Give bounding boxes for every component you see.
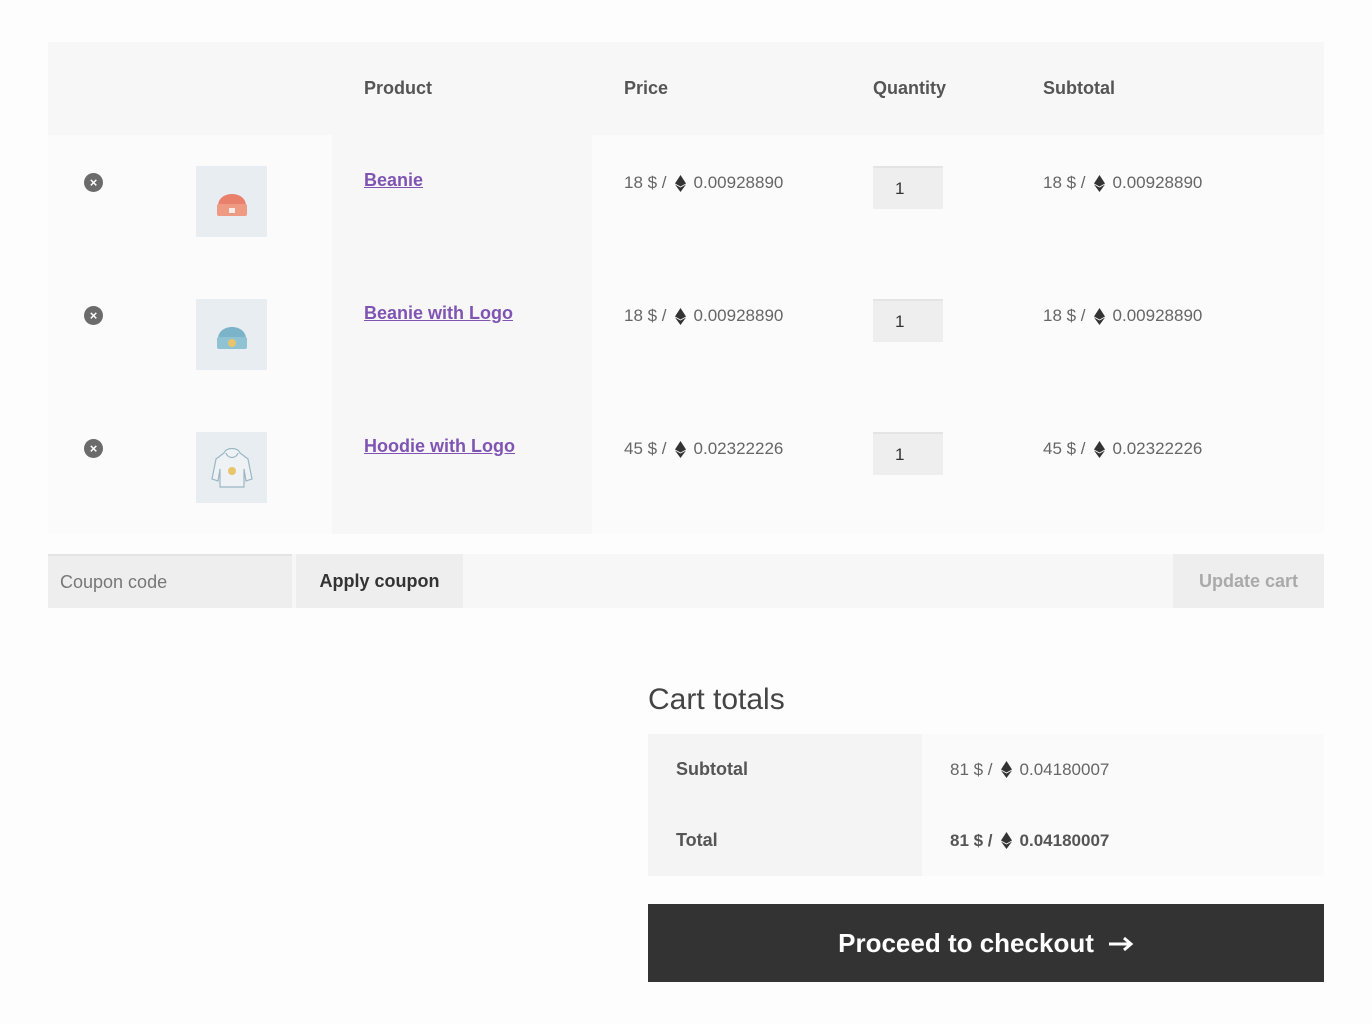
header-product: Product [364, 78, 433, 98]
price-eth: 0.00928890 [693, 173, 784, 192]
ethereum-icon [1000, 832, 1012, 849]
cart-table-container: Product Price Quantity Subtotal × Beanie… [48, 42, 1324, 534]
cart-totals-title: Cart totals [648, 683, 785, 716]
subtotal-cell: 18 $ / 0.00928890 [1043, 135, 1324, 268]
thumbnail-cell [178, 401, 332, 534]
product-thumbnail[interactable] [196, 299, 267, 370]
subtotal-eth: 0.00928890 [1112, 306, 1203, 325]
cart-actions-bar: Apply coupon Update cart [48, 554, 1324, 608]
totals-total-amount: 81 $ / 0.04180007 [950, 831, 1323, 851]
subtotal-eth: 0.00928890 [1112, 173, 1203, 192]
header-thumbnail [178, 42, 332, 135]
header-quantity: Quantity [873, 78, 947, 98]
product-link[interactable]: Beanie with Logo [364, 303, 513, 324]
ethereum-icon [1093, 174, 1105, 192]
coupon-code-input[interactable] [48, 554, 292, 608]
close-circle-icon[interactable]: × [84, 439, 103, 458]
cart-table: Product Price Quantity Subtotal × Beanie… [48, 42, 1324, 534]
remove-cell: × [48, 135, 178, 268]
totals-subtotal-row: Subtotal 81 $ / 0.04180007 [648, 734, 1324, 805]
close-circle-icon[interactable]: × [84, 173, 103, 192]
subtotal-fiat: 18 $ / [1043, 173, 1086, 192]
totals-subtotal-fiat: 81 $ / [950, 759, 993, 779]
quantity-input[interactable] [873, 166, 943, 209]
beanie-icon [216, 193, 247, 216]
subtotal-cell: 18 $ / 0.00928890 [1043, 268, 1324, 401]
proceed-to-checkout-button[interactable]: Proceed to checkout [648, 904, 1324, 982]
product-name-cell: Beanie with Logo [332, 268, 592, 401]
close-circle-icon[interactable]: × [84, 306, 103, 325]
header-subtotal: Subtotal [1043, 78, 1115, 98]
update-cart-button[interactable]: Update cart [1173, 554, 1324, 608]
subtotal-amount: 18 $ / 0.00928890 [1043, 306, 1324, 326]
product-link[interactable]: Beanie [364, 170, 423, 191]
header-price: Price [624, 78, 669, 98]
beanie-logo-icon [216, 326, 247, 349]
thumbnail-cell [178, 268, 332, 401]
price-cell: 18 $ / 0.00928890 [592, 268, 873, 401]
cart-item-row: × Beanie 18 $ / 0.00928890 1 18 $ / 0.00… [48, 135, 1324, 268]
totals-total-row: Total 81 $ / 0.04180007 [648, 805, 1324, 876]
arrow-right-icon [1108, 928, 1134, 959]
subtotal-eth: 0.02322226 [1112, 439, 1203, 458]
cart-item-row: × Beanie with Logo 18 $ / 0.00928890 1 1… [48, 268, 1324, 401]
totals-total-fiat: 81 $ / [950, 830, 993, 850]
ethereum-icon [1000, 761, 1012, 778]
quantity-cell [873, 268, 1043, 401]
cart-item-row: × Hoodie with Logo 45 $ / 0.02322226 1 4… [48, 401, 1324, 534]
cart-totals: Cart totals Subtotal 81 $ / 0.04180007 T… [648, 680, 1324, 876]
ethereum-icon [674, 174, 686, 192]
ethereum-icon [1093, 307, 1105, 325]
price-amount: 18 $ / 0.00928890 [624, 173, 873, 193]
product-link[interactable]: Hoodie with Logo [364, 436, 515, 457]
quantity-cell [873, 135, 1043, 268]
remove-cell: × [48, 268, 178, 401]
ethereum-icon [674, 307, 686, 325]
price-cell: 18 $ / 0.00928890 [592, 135, 873, 268]
subtotal-amount: 18 $ / 0.00928890 [1043, 173, 1324, 193]
totals-subtotal-value: 81 $ / 0.04180007 [922, 734, 1324, 805]
price-eth: 0.00928890 [693, 306, 784, 325]
totals-total-eth: 0.04180007 [1019, 830, 1110, 850]
thumbnail-cell [178, 135, 332, 268]
quantity-input[interactable] [873, 432, 943, 475]
subtotal-cell: 45 $ / 0.02322226 [1043, 401, 1324, 534]
quantity-cell [873, 401, 1043, 534]
totals-total-value: 81 $ / 0.04180007 [922, 805, 1324, 876]
subtotal-fiat: 18 $ / [1043, 306, 1086, 325]
totals-subtotal-eth: 0.04180007 [1019, 759, 1110, 779]
price-amount: 45 $ / 0.02322226 [624, 439, 873, 459]
product-name-cell: Beanie [332, 135, 592, 268]
product-name-cell: Hoodie with Logo [332, 401, 592, 534]
ethereum-icon [674, 440, 686, 458]
product-thumbnail[interactable] [196, 166, 267, 237]
price-fiat: 45 $ / [624, 439, 667, 458]
price-eth: 0.02322226 [693, 439, 784, 458]
ethereum-icon [1093, 440, 1105, 458]
quantity-input[interactable] [873, 299, 943, 342]
price-fiat: 18 $ / [624, 306, 667, 325]
remove-cell: × [48, 401, 178, 534]
checkout-label: Proceed to checkout [838, 927, 1094, 958]
price-cell: 45 $ / 0.02322226 [592, 401, 873, 534]
header-remove [48, 42, 178, 135]
subtotal-fiat: 45 $ / [1043, 439, 1086, 458]
hoodie-icon [210, 447, 253, 488]
totals-total-label: Total [648, 805, 922, 876]
cart-totals-table: Subtotal 81 $ / 0.04180007 Total 81 $ / … [648, 734, 1324, 876]
totals-subtotal-label: Subtotal [648, 734, 922, 805]
price-amount: 18 $ / 0.00928890 [624, 306, 873, 326]
apply-coupon-button[interactable]: Apply coupon [296, 554, 463, 608]
subtotal-amount: 45 $ / 0.02322226 [1043, 439, 1324, 459]
totals-subtotal-amount: 81 $ / 0.04180007 [950, 760, 1323, 780]
cart-header-row: Product Price Quantity Subtotal [48, 42, 1324, 135]
price-fiat: 18 $ / [624, 173, 667, 192]
product-thumbnail[interactable] [196, 432, 267, 503]
